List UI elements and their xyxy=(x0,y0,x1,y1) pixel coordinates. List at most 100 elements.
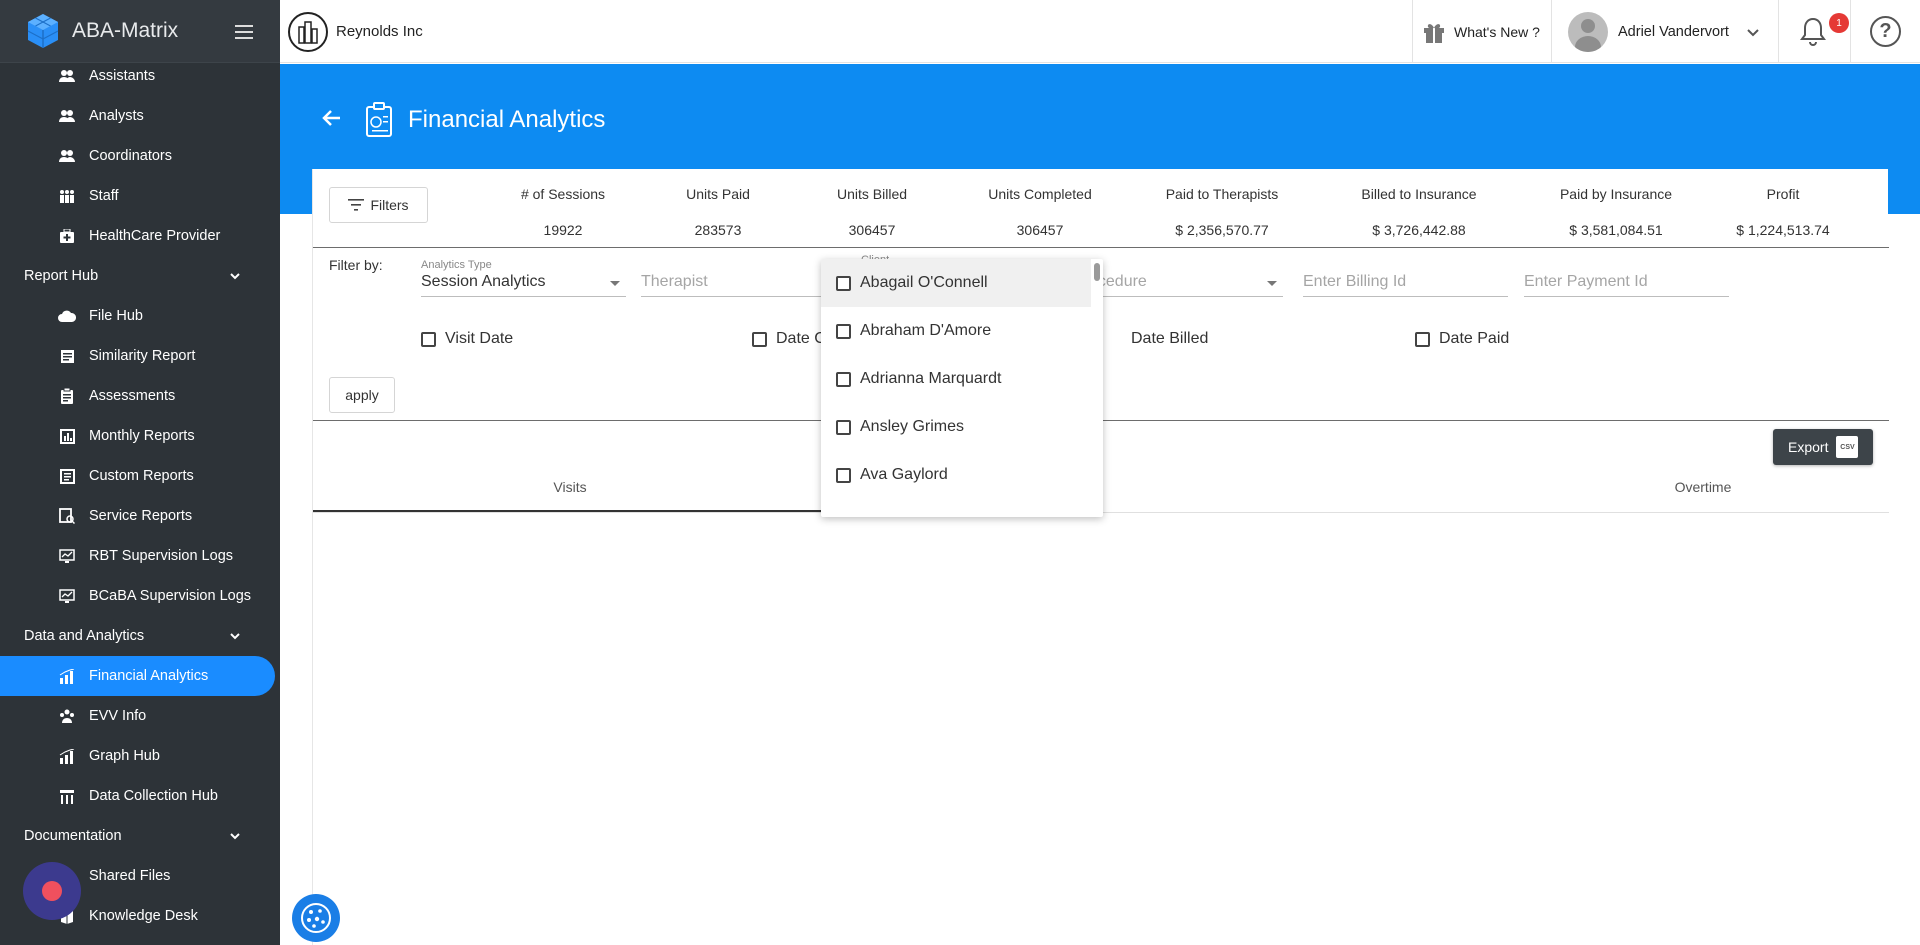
section-label: Data and Analytics xyxy=(24,628,145,644)
bell-icon[interactable] xyxy=(1798,16,1828,48)
checkbox-box[interactable] xyxy=(836,371,851,387)
filters-button[interactable]: Filters xyxy=(329,187,428,223)
date-paid-checkbox[interactable]: Date Paid xyxy=(1415,330,1509,348)
sidebar-section-report-hub[interactable]: Report Hub xyxy=(0,256,275,296)
sidebar-item-service-reports[interactable]: Service Reports xyxy=(0,496,275,536)
sidebar-item-monthly-reports[interactable]: Monthly Reports xyxy=(0,416,275,456)
sidebar-item-bcaba-supervision-logs[interactable]: BCaBA Supervision Logs xyxy=(0,576,275,616)
export-button[interactable]: Export CSV xyxy=(1773,429,1873,465)
cloud-icon xyxy=(58,307,76,325)
whats-new-button[interactable]: What's New ? xyxy=(1422,18,1540,46)
sidebar-item-label: Custom Reports xyxy=(89,468,194,484)
date-billed-checkbox[interactable]: Date Billed xyxy=(1107,330,1208,348)
sidebar-item-similarity-report[interactable]: Similarity Report xyxy=(0,336,275,376)
cookie-settings-button[interactable] xyxy=(292,894,340,942)
sidebar-item-label: Similarity Report xyxy=(89,348,196,364)
sidebar-item-graph-hub[interactable]: Graph Hub xyxy=(0,736,275,776)
help-icon[interactable]: ? xyxy=(1870,16,1901,47)
checkbox-box[interactable] xyxy=(752,331,767,347)
dropdown-arrow-icon xyxy=(1267,281,1277,286)
group-icon xyxy=(58,147,76,165)
tab-visits[interactable]: Visits xyxy=(313,479,827,495)
client-option[interactable]: Adrianna Marquardt xyxy=(821,355,1091,403)
checkbox-box[interactable] xyxy=(836,275,851,291)
notification-count: 1 xyxy=(1836,17,1842,29)
group-icon xyxy=(58,67,76,85)
procedure-select[interactable]: ocedure xyxy=(1089,257,1283,297)
chevron-down-icon xyxy=(230,633,240,640)
apply-button[interactable]: apply xyxy=(329,377,395,413)
sidebar-section-data-and-analytics[interactable]: Data and Analytics xyxy=(0,616,275,656)
back-arrow-icon[interactable] xyxy=(320,107,342,129)
client-option[interactable]: Ansley Grimes xyxy=(821,403,1091,451)
sidebar-item-financial-analytics[interactable]: Financial Analytics xyxy=(0,656,275,696)
sidebar-item-rbt-supervision-logs[interactable]: RBT Supervision Logs xyxy=(0,536,275,576)
user-menu[interactable]: Adriel Vandervort xyxy=(1568,12,1761,52)
client-option[interactable]: Abagail O'Connell xyxy=(821,259,1091,307)
analytics-type-select[interactable]: Analytics Type Session Analytics xyxy=(421,257,626,297)
therapist-select[interactable]: Therapist xyxy=(641,257,841,297)
bar-chart-icon xyxy=(58,747,76,765)
scrollbar-thumb[interactable] xyxy=(1094,263,1100,281)
sidebar-item-assessments[interactable]: Assessments xyxy=(0,376,275,416)
sidebar-item-healthcare-provider[interactable]: HealthCare Provider xyxy=(0,216,275,256)
tab-overtime[interactable]: Overtime xyxy=(1603,479,1803,495)
hamburger-menu-icon[interactable] xyxy=(232,20,256,44)
sidebar-item-assistants[interactable]: Assistants xyxy=(0,56,275,96)
client-dropdown[interactable]: Abagail O'Connell Abraham D'Amore Adrian… xyxy=(821,259,1103,517)
sidebar-item-label: Shared Files xyxy=(89,868,171,884)
client-option[interactable]: Ava Gaylord xyxy=(821,451,1091,499)
sidebar-item-file-hub[interactable]: File Hub xyxy=(0,296,275,336)
checkbox-box[interactable] xyxy=(836,467,851,483)
gift-icon xyxy=(1424,24,1444,43)
export-label: Export xyxy=(1788,439,1829,455)
analytics-type-label: Analytics Type xyxy=(421,259,492,271)
sidebar-item-data-collection-hub[interactable]: Data Collection Hub xyxy=(0,776,275,816)
stat-value: 306457 xyxy=(1016,222,1064,238)
sidebar-item-label: Assistants xyxy=(89,68,156,84)
section-label: Documentation xyxy=(24,828,122,844)
checkbox-box[interactable] xyxy=(836,323,851,339)
date-completed-checkbox[interactable]: Date C xyxy=(752,330,826,348)
billing-id-input[interactable]: Enter Billing Id xyxy=(1303,257,1508,297)
sidebar-item-evv-info[interactable]: EVV Info xyxy=(0,696,275,736)
checkbox-label: Date Paid xyxy=(1439,330,1510,347)
stat-value: $ 2,356,570.77 xyxy=(1175,222,1269,238)
payment-id-input[interactable]: Enter Payment Id xyxy=(1524,257,1729,297)
sidebar-item-coordinators[interactable]: Coordinators xyxy=(0,136,275,176)
report-search-icon xyxy=(58,507,76,525)
stat-label: Billed to Insurance xyxy=(1361,186,1477,202)
stat-label: Units Completed xyxy=(988,186,1092,202)
stat-label: Paid to Therapists xyxy=(1165,186,1279,202)
filter-by-label: Filter by: xyxy=(329,257,383,273)
stat-label: Profit xyxy=(1766,186,1800,202)
sidebar-section-documentation[interactable]: Documentation xyxy=(0,816,275,856)
sidebar-item-staff[interactable]: Staff xyxy=(0,176,275,216)
visit-date-checkbox[interactable]: Visit Date xyxy=(421,330,513,348)
option-label: Abagail O'Connell xyxy=(860,274,988,291)
app-title: ABA-Matrix xyxy=(72,19,179,42)
checkbox-box[interactable] xyxy=(1415,331,1430,347)
stat-value: $ 1,224,513.74 xyxy=(1736,222,1830,238)
chevron-down-icon xyxy=(230,273,240,280)
report-icon xyxy=(58,427,76,445)
topbar: Reynolds Inc What's New ? Adriel Vanderv… xyxy=(280,0,1920,63)
staff-icon xyxy=(58,187,76,205)
analytics-type-value: Session Analytics xyxy=(421,273,546,290)
app-logo-icon xyxy=(27,14,59,48)
client-option[interactable]: Abraham D'Amore xyxy=(821,307,1091,355)
sidebar-item-analysts[interactable]: Analysts xyxy=(0,96,275,136)
section-label: Report Hub xyxy=(24,268,99,284)
whats-new-label: What's New ? xyxy=(1454,24,1540,40)
clipboard-icon xyxy=(58,387,76,405)
csv-icon: CSV xyxy=(1836,436,1859,458)
sidebar-item-label: Analysts xyxy=(89,108,144,124)
financial-report-icon xyxy=(366,102,392,137)
checkbox-box[interactable] xyxy=(421,331,436,347)
sidebar-item-label: Data Collection Hub xyxy=(89,788,218,804)
sidebar-item-custom-reports[interactable]: Custom Reports xyxy=(0,456,275,496)
sidebar-item-label: Coordinators xyxy=(89,148,173,164)
checkbox-box[interactable] xyxy=(836,419,851,435)
record-button[interactable] xyxy=(23,862,81,920)
sidebar-item-label: Monthly Reports xyxy=(89,428,195,444)
